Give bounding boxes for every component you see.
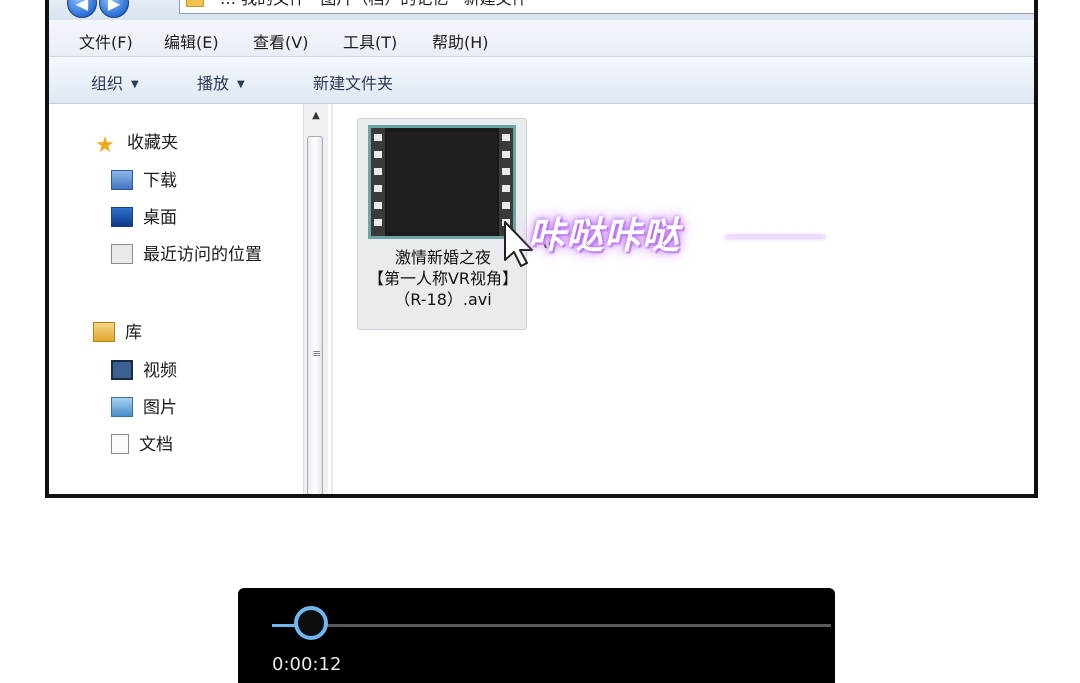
scroll-thumb[interactable]: ≡ [307, 136, 323, 494]
sidebar-item-documents[interactable]: 文档 [111, 430, 173, 455]
folder-icon [186, 0, 204, 7]
sidebar-item-label: 图片 [143, 398, 177, 418]
sidebar-item-label: 桌面 [143, 208, 177, 228]
menu-file[interactable]: 文件(F) [79, 29, 133, 53]
play-label: 播放 [197, 74, 230, 93]
forward-arrow-icon: ▶ [107, 0, 121, 13]
chevron-down-icon: ▼ [131, 79, 139, 90]
menu-bar: 文件(F) 编辑(E) 查看(V) 工具(T) 帮助(H) [49, 20, 1034, 57]
downloads-folder-icon [111, 170, 133, 190]
seek-handle[interactable] [294, 606, 329, 640]
grip-icon: ≡ [312, 347, 322, 360]
title-bar: ◀ ▶ … 我的文件 · 图片（档）的记忆 · 新建文件 [49, 0, 1034, 20]
film-perforation [374, 134, 382, 141]
sidebar-item-label: 最近访问的位置 [143, 245, 262, 265]
media-player-bar: 0:00:12 [238, 588, 835, 683]
organize-label: 组织 [91, 74, 124, 93]
video-film-icon [368, 125, 516, 239]
sidebar-item-pictures[interactable]: 图片 [111, 393, 177, 418]
video-library-icon [111, 360, 133, 380]
navigation-scrollbar[interactable]: ▲ ≡ [303, 104, 328, 494]
document-icon [111, 434, 129, 454]
file-name-line: （R-18）.avi [394, 290, 492, 309]
sidebar-item-label: 文档 [139, 435, 173, 455]
sidebar-item-label: 库 [125, 323, 142, 343]
film-frame [387, 132, 497, 232]
desktop-icon [111, 207, 133, 227]
film-perforation [374, 151, 382, 158]
chevron-down-icon: ▼ [237, 79, 245, 90]
film-strip [371, 128, 385, 236]
new-folder-button[interactable]: 新建文件夹 [313, 70, 393, 94]
film-perforation [502, 202, 510, 209]
timecode: 0:00:12 [272, 654, 342, 675]
film-perforation [502, 168, 510, 175]
back-arrow-icon: ◀ [75, 0, 89, 13]
play-button[interactable]: 播放 ▼ [197, 70, 245, 94]
sidebar-item-label: 收藏夹 [127, 133, 178, 153]
file-name-line: 【第一人称VR视角】 [367, 269, 519, 288]
sidebar-item-recent[interactable]: 最近访问的位置 [111, 240, 262, 265]
command-bar: 组织 ▼ 播放 ▼ 新建文件夹 [49, 57, 1034, 104]
star-icon: ★ [95, 133, 115, 158]
film-perforation [374, 202, 382, 209]
organize-button[interactable]: 组织 ▼ [91, 70, 139, 94]
film-perforation [374, 168, 382, 175]
menu-help[interactable]: 帮助(H) [432, 29, 489, 53]
film-perforation [374, 185, 382, 192]
seek-track[interactable] [272, 624, 831, 627]
film-perforation [374, 219, 382, 226]
film-perforation [502, 151, 510, 158]
address-path: … 我的文件 · 图片（档）的记忆 · 新建文件 [220, 0, 528, 9]
scroll-up-arrow-icon[interactable]: ▲ [304, 104, 328, 128]
forward-button[interactable]: ▶ [99, 0, 129, 18]
sticker-swoosh [725, 236, 825, 238]
sidebar-item-videos[interactable]: 视频 [111, 356, 177, 381]
sidebar-item-favorites[interactable]: ★ 收藏夹 [93, 128, 178, 158]
sidebar-item-label: 视频 [143, 361, 177, 381]
picture-library-icon [111, 397, 133, 417]
back-button[interactable]: ◀ [67, 0, 97, 18]
sidebar-item-desktop[interactable]: 桌面 [111, 203, 177, 228]
sound-effect-sticker: 咔哒咔哒 [528, 214, 680, 257]
navigation-pane: ★ 收藏夹 下载 桌面 最近访问的位置 库 视频 图片 文档 [49, 104, 303, 494]
film-perforation [502, 134, 510, 141]
sidebar-item-label: 下载 [143, 171, 177, 191]
film-perforation [502, 185, 510, 192]
menu-view[interactable]: 查看(V) [253, 29, 308, 53]
address-bar[interactable]: … 我的文件 · 图片（档）的记忆 · 新建文件 [179, 0, 1034, 14]
library-folder-icon [93, 322, 115, 342]
recent-places-icon [111, 244, 133, 264]
sidebar-item-downloads[interactable]: 下载 [111, 166, 177, 191]
menu-tools[interactable]: 工具(T) [343, 29, 397, 53]
sidebar-item-libraries[interactable]: 库 [93, 318, 142, 343]
menu-edit[interactable]: 编辑(E) [164, 29, 219, 53]
pane-divider[interactable] [331, 104, 333, 494]
